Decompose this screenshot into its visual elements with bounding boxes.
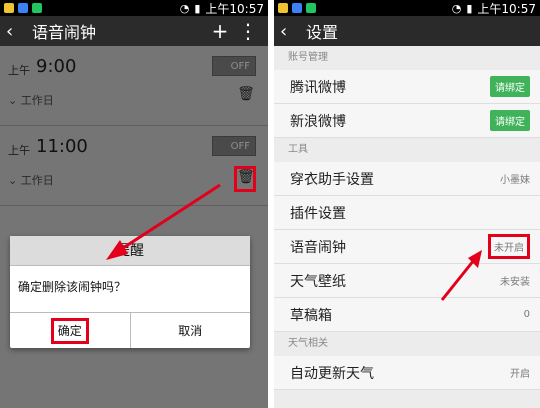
add-icon[interactable]: + <box>206 19 234 43</box>
battery-icon: ▮ <box>194 1 201 15</box>
alarm-time: 9:00 <box>36 56 77 77</box>
alarm-repeat[interactable]: ⌄ 工作日 <box>8 92 54 108</box>
notification-icon <box>4 3 14 13</box>
notification-icon <box>32 3 42 13</box>
settings-row-plugins[interactable]: 插件设置 <box>274 196 540 230</box>
alarm-toggle[interactable]: OFF <box>212 56 256 76</box>
status-time: 上午10:57 <box>205 1 264 16</box>
row-value: 0 <box>523 309 530 320</box>
section-header: 工具 <box>274 138 540 162</box>
cancel-button[interactable]: 取消 <box>129 313 251 348</box>
chevron-down-icon: ⌄ <box>8 94 21 107</box>
bind-badge[interactable]: 请绑定 <box>490 110 530 131</box>
section-header: 账号管理 <box>274 46 540 70</box>
confirm-dialog: 提醒 确定删除该闹钟吗？ 确定 取消 <box>10 236 250 348</box>
row-label: 草稿箱 <box>290 307 332 324</box>
row-value: 未安装 <box>500 277 530 288</box>
settings-row-outfit-assistant[interactable]: 穿衣助手设置 小墨妹 <box>274 162 540 196</box>
settings-row-tencent-weibo[interactable]: 腾讯微博 请绑定 <box>274 70 540 104</box>
section-header: 天气相关 <box>274 332 540 356</box>
alarm-ampm: 上午 <box>8 64 30 77</box>
back-arrow-icon[interactable]: ‹ <box>280 21 298 42</box>
settings-row-drafts[interactable]: 草稿箱 0 <box>274 298 540 332</box>
confirm-button[interactable]: 确定 <box>10 313 130 348</box>
row-label: 腾讯微博 <box>290 79 346 96</box>
alarm-item[interactable]: 上午 9:00 OFF ⌄ 工作日 🗑 <box>0 46 268 126</box>
title-bar: ‹ 设置 <box>274 16 540 46</box>
notification-icon <box>278 3 288 13</box>
trash-icon[interactable]: 🗑 <box>236 86 256 108</box>
dialog-title: 提醒 <box>10 236 250 266</box>
trash-icon[interactable]: 🗑 <box>234 166 256 192</box>
confirm-label: 确定 <box>50 318 89 344</box>
page-title: 语音闹钟 <box>32 23 97 42</box>
notification-icon <box>18 3 28 13</box>
row-label: 穿衣助手设置 <box>290 171 374 188</box>
row-value: 未开启 <box>488 234 530 259</box>
title-bar: ‹ 语音闹钟 + ⋮ <box>0 16 268 46</box>
row-value: 开启 <box>510 369 530 380</box>
repeat-label: 工作日 <box>20 94 54 107</box>
notification-icon <box>306 3 316 13</box>
wifi-icon: ◔ <box>451 1 462 15</box>
row-label: 新浪微博 <box>290 113 346 130</box>
alarm-item[interactable]: 上午 11:00 OFF ⌄ 工作日 🗑 <box>0 126 268 206</box>
battery-icon: ▮ <box>466 1 473 15</box>
dialog-buttons: 确定 取消 <box>10 312 250 348</box>
alarm-time: 11:00 <box>36 136 88 157</box>
right-phone-screen: ◔ ▮ 上午10:57 ‹ 设置 账号管理 腾讯微博 请绑定 新浪微博 请绑定 … <box>274 0 540 408</box>
status-bar: ◔ ▮ 上午10:57 <box>274 0 540 16</box>
wifi-icon: ◔ <box>179 1 190 15</box>
status-time: 上午10:57 <box>477 1 536 16</box>
back-arrow-icon[interactable]: ‹ <box>6 21 24 42</box>
row-label: 天气壁纸 <box>290 273 346 290</box>
settings-row-sina-weibo[interactable]: 新浪微博 请绑定 <box>274 104 540 138</box>
alarm-toggle[interactable]: OFF <box>212 136 256 156</box>
bind-badge[interactable]: 请绑定 <box>490 76 530 97</box>
left-phone-screen: ◔ ▮ 上午10:57 ‹ 语音闹钟 + ⋮ 上午 9:00 OFF ⌄ 工作日… <box>0 0 268 408</box>
row-label: 插件设置 <box>290 205 346 222</box>
chevron-down-icon: ⌄ <box>8 174 21 187</box>
repeat-label: 工作日 <box>20 174 54 187</box>
alarm-repeat[interactable]: ⌄ 工作日 <box>8 172 54 188</box>
notification-icon <box>292 3 302 13</box>
alarm-list: 上午 9:00 OFF ⌄ 工作日 🗑 上午 11:00 OFF ⌄ 工作日 🗑… <box>0 46 268 408</box>
dialog-message: 确定删除该闹钟吗？ <box>18 280 127 294</box>
row-label: 自动更新天气 <box>290 365 374 382</box>
status-bar: ◔ ▮ 上午10:57 <box>0 0 268 16</box>
page-title: 设置 <box>306 23 339 42</box>
alarm-ampm: 上午 <box>8 144 30 157</box>
settings-row-voice-alarm[interactable]: 语音闹钟 未开启 <box>274 230 540 264</box>
row-label: 语音闹钟 <box>290 239 346 256</box>
more-icon[interactable]: ⋮ <box>234 19 262 43</box>
settings-row-auto-update-weather[interactable]: 自动更新天气 开启 <box>274 356 540 390</box>
row-value: 小墨妹 <box>500 175 530 186</box>
settings-row-weather-wallpaper[interactable]: 天气壁纸 未安装 <box>274 264 540 298</box>
